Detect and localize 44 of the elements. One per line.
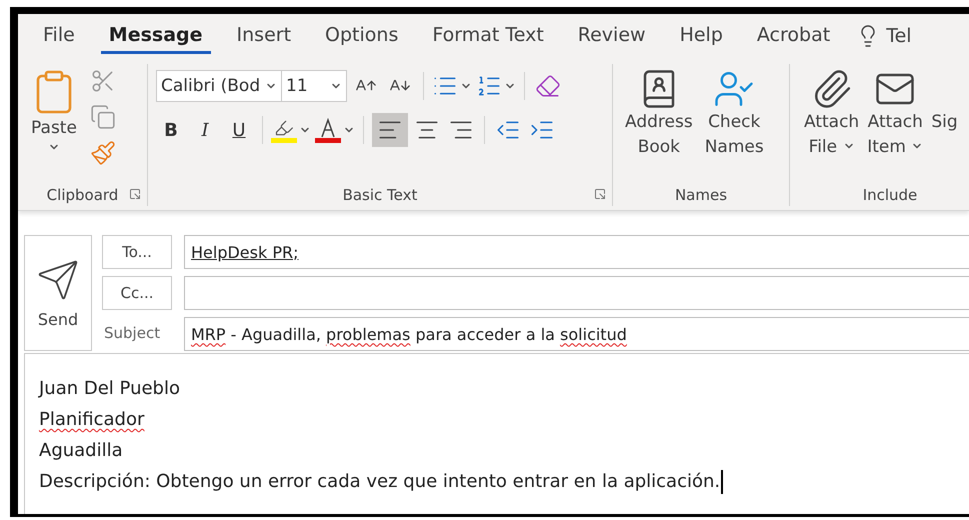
font-size-field[interactable]: 11 xyxy=(281,70,347,102)
underline-button[interactable]: U xyxy=(224,113,254,147)
ribbon-tab[interactable]: Help xyxy=(672,18,731,54)
body-text-line: Descripción: Obtengo un error cada vez que intento entrar en la aplicación. xyxy=(39,469,955,494)
group-label: Names xyxy=(674,186,728,204)
cc-field[interactable] xyxy=(184,276,969,310)
dialog-launcher-icon[interactable] xyxy=(129,188,141,200)
font-color-icon xyxy=(315,118,341,142)
italic-button[interactable]: I xyxy=(190,113,220,147)
to-button[interactable]: To... xyxy=(102,235,172,269)
send-icon xyxy=(36,258,80,302)
cc-button[interactable]: Cc... xyxy=(102,276,172,310)
send-button[interactable]: Send xyxy=(24,235,92,351)
copy-icon xyxy=(90,104,116,130)
ribbon-tab[interactable]: File xyxy=(35,18,83,54)
ribbon-button[interactable]: Sig xyxy=(927,64,962,184)
paintbrush-icon xyxy=(90,140,116,166)
dialog-launcher-icon[interactable] xyxy=(594,188,606,200)
body-text-line: Aguadilla xyxy=(39,439,124,463)
tell-me-field[interactable]: Tel xyxy=(886,25,912,47)
body-text-line: Juan Del Pueblo xyxy=(39,377,181,401)
ribbon-tab[interactable]: Format Text xyxy=(424,18,552,54)
ribbon-button[interactable]: Address Book xyxy=(621,64,697,184)
body-text-line: Planificador xyxy=(39,408,146,432)
group-label: Clipboard xyxy=(46,186,118,204)
ribbon-tab[interactable]: Options xyxy=(317,18,406,54)
message-body[interactable]: Juan Del Pueblo Planificador Aguadilla Descripción: Obtengo un error cada vez que intento entrar en la aplicación. xyxy=(24,353,969,514)
highlighter-icon xyxy=(271,118,297,142)
subject-field[interactable]: MRP - Aguadilla, problemas para acceder a la solicitud xyxy=(184,317,969,351)
to-field[interactable]: HelpDesk PR; xyxy=(184,235,969,269)
ribbon-button[interactable]: Check Names xyxy=(700,64,768,184)
group-label: Include xyxy=(862,186,918,204)
ribbon-tab[interactable]: Insert xyxy=(228,18,300,54)
font-name-field[interactable]: Calibri (Bod xyxy=(156,70,282,102)
bold-button[interactable]: B xyxy=(156,113,186,147)
ribbon-tab[interactable]: Message xyxy=(100,18,211,54)
subject-label: Subject xyxy=(103,323,162,344)
ribbon-button[interactable]: Attach Item xyxy=(863,64,928,184)
paste-button[interactable]: Paste xyxy=(26,64,82,184)
group-label: Basic Text xyxy=(342,186,418,204)
ribbon-tab[interactable]: Acrobat xyxy=(748,18,838,54)
ribbon-tab[interactable]: Review xyxy=(570,18,654,54)
ribbon-button[interactable]: Attach File xyxy=(800,64,864,184)
eraser-icon xyxy=(535,73,561,99)
